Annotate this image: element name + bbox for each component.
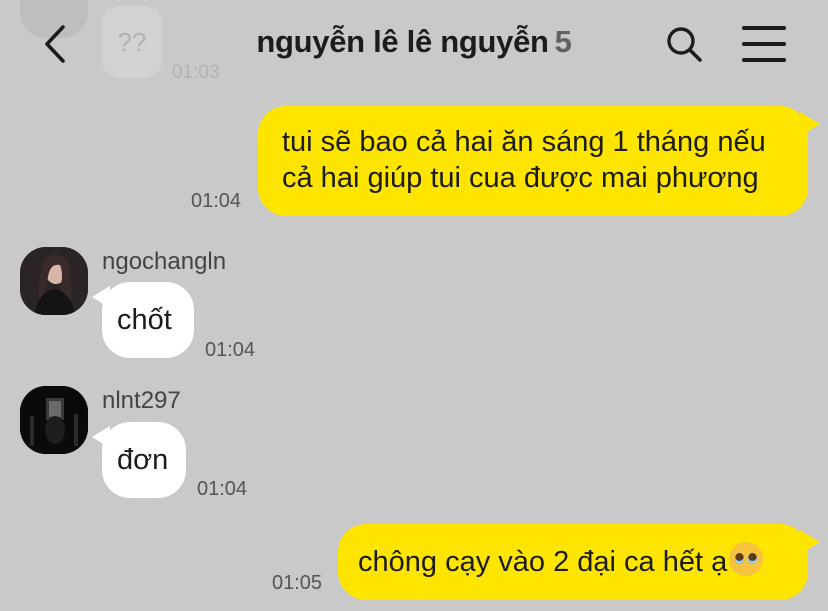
pleading-face-emoji-icon	[729, 542, 764, 576]
my-message-bubble[interactable]: tui sẽ bao cả hai ăn sáng 1 tháng nếu cả…	[258, 106, 808, 216]
hamburger-icon	[742, 26, 786, 30]
message-time: 01:04	[197, 478, 248, 500]
their-message-bubble[interactable]: chốt	[102, 282, 194, 358]
sender-name: ngochangln	[102, 248, 227, 275]
bubble-tail	[800, 112, 820, 136]
sender-name: nlnt297	[102, 387, 181, 414]
chat-header: nguyễn lê lê nguyễn 5	[0, 0, 828, 88]
chat-name: nguyễn lê lê nguyễn	[256, 24, 549, 59]
avatar[interactable]	[20, 386, 88, 454]
hamburger-icon-line	[742, 42, 786, 46]
message-text: chông cạy vào 2 đại ca hết ạ	[358, 546, 728, 578]
member-count: 5	[554, 24, 572, 59]
menu-button[interactable]	[742, 26, 786, 62]
message-text-line: tui sẽ bao cả hai ăn sáng 1 tháng nếu	[282, 126, 766, 158]
search-icon	[667, 27, 702, 62]
message-text: đơn	[117, 444, 169, 476]
my-message-bubble[interactable]: chông cạy vào 2 đại ca hết ạ	[338, 524, 808, 600]
avatar[interactable]	[20, 247, 88, 315]
message-time: 01:05	[272, 572, 323, 594]
message-text: chốt	[117, 304, 172, 336]
search-button[interactable]	[664, 24, 704, 64]
message-text-line: cả hai giúp tui cua được mai phương	[282, 162, 759, 194]
message-time: 01:04	[205, 339, 256, 361]
their-message-bubble[interactable]: đơn	[102, 422, 186, 498]
message-time: 01:04	[191, 190, 242, 212]
profile-photo	[20, 386, 88, 454]
hamburger-icon-line	[742, 58, 786, 62]
profile-photo	[20, 247, 88, 315]
bubble-tail	[800, 530, 820, 554]
